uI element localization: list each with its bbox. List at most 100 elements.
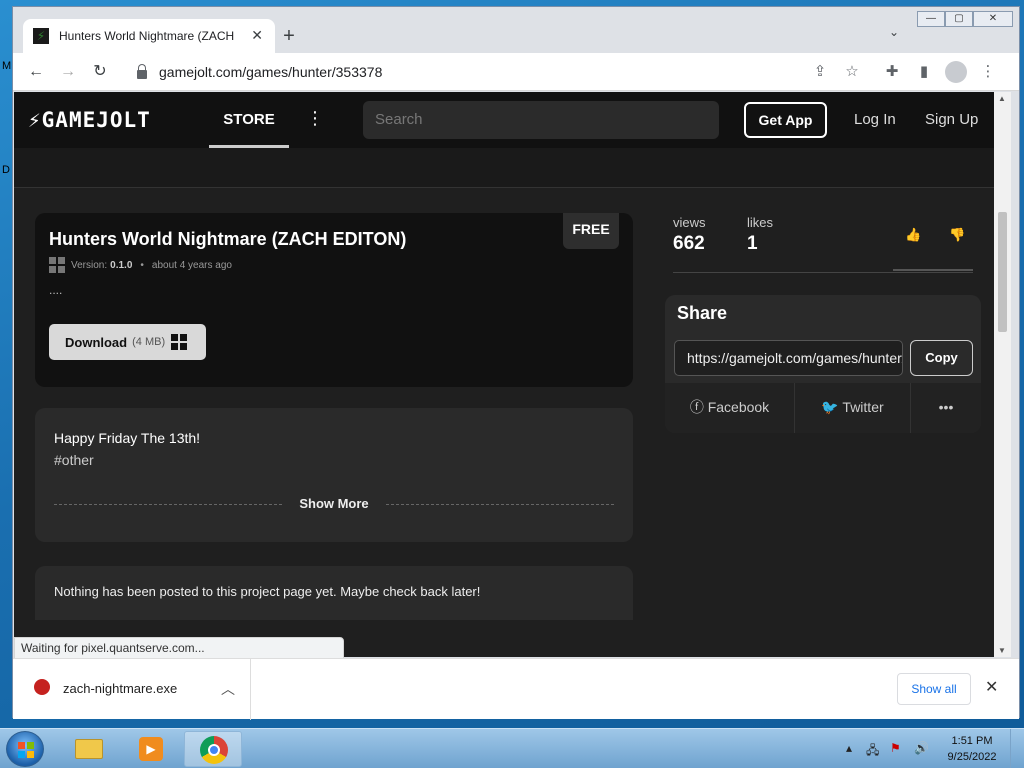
facebook-share-button[interactable]: ⓕ Facebook: [665, 383, 795, 433]
browser-tab[interactable]: ⚡ Hunters World Nightmare (ZACH ✕: [23, 19, 275, 53]
description-card: Happy Friday The 13th! #other Show More: [35, 408, 633, 542]
show-desktop-button[interactable]: [1010, 729, 1024, 768]
sign-up-link[interactable]: Sign Up: [925, 111, 978, 128]
scroll-down-icon[interactable]: ▼: [998, 646, 1006, 655]
network-icon[interactable]: 🖧: [866, 741, 879, 762]
twitter-icon: 🐦: [821, 399, 843, 415]
profile-avatar-icon[interactable]: [945, 61, 967, 83]
download-button[interactable]: Download (4 MB): [49, 324, 206, 360]
price-badge: FREE: [563, 213, 619, 249]
windows-platform-icon: [49, 257, 65, 273]
reload-icon[interactable]: ↻: [89, 61, 111, 83]
show-hidden-icons-icon[interactable]: ▴: [846, 741, 852, 755]
chrome-taskbar-icon[interactable]: [184, 731, 242, 767]
chevron-up-icon[interactable]: ︿: [221, 679, 235, 699]
downloads-bar: zach-nightmare.exe ︿ Show all ✕: [13, 658, 1019, 720]
share-buttons-row: ⓕ Facebook 🐦 Twitter •••: [665, 383, 981, 433]
share-card: Share https://gamejolt.com/games/hunter/…: [665, 295, 981, 433]
gamejolt-logo[interactable]: ⚡GAMEJOLT: [28, 108, 151, 132]
file-explorer-taskbar-icon[interactable]: [60, 731, 118, 767]
forward-icon[interactable]: →: [57, 61, 79, 83]
minimize-button[interactable]: —: [917, 11, 945, 27]
share-url-input[interactable]: https://gamejolt.com/games/hunter/353378: [674, 340, 903, 376]
close-window-button[interactable]: ✕: [973, 11, 1013, 27]
desktop-icon-label: M: [2, 60, 12, 72]
twitter-label: Twitter: [842, 399, 884, 415]
empty-posts-text: Nothing has been posted to this project …: [54, 584, 481, 599]
close-downloads-icon[interactable]: ✕: [985, 677, 998, 697]
download-label: Download: [65, 334, 128, 350]
download-item[interactable]: zach-nightmare.exe ︿: [13, 659, 251, 720]
new-tab-button[interactable]: +: [277, 25, 301, 49]
scroll-thumb[interactable]: [998, 212, 1007, 332]
clock-date: 9/25/2022: [947, 751, 997, 763]
page-scrollbar[interactable]: ▲ ▼: [994, 92, 1011, 657]
gamejolt-page: ⚡GAMEJOLT STORE ⋮ Search Get App Log In …: [14, 92, 994, 657]
url-text[interactable]: gamejolt.com/games/hunter/353378: [159, 64, 382, 80]
more-share-button[interactable]: •••: [911, 383, 981, 433]
windows-flag-icon: [18, 742, 34, 758]
desktop-icon-label: D: [2, 164, 10, 176]
clock-time: 1:51 PM: [951, 735, 993, 747]
menu-kebab-icon[interactable]: ⋮: [977, 61, 999, 83]
facebook-icon: ⓕ: [689, 399, 708, 415]
browser-toolbar: ← → ↻ gamejolt.com/games/hunter/353378 ⇪…: [13, 53, 1019, 91]
views-value: 662: [673, 233, 705, 254]
views-label: views: [673, 215, 706, 230]
search-input[interactable]: Search: [363, 101, 719, 139]
get-app-button[interactable]: Get App: [744, 102, 827, 138]
media-player-taskbar-icon[interactable]: ▶: [122, 731, 180, 767]
address-bar[interactable]: gamejolt.com/games/hunter/353378: [125, 58, 805, 86]
share-title: Share: [677, 303, 728, 323]
separator-dot: •: [140, 259, 144, 271]
side-panel-icon[interactable]: ▮: [913, 61, 935, 83]
exe-file-icon: [34, 679, 50, 695]
description-tag[interactable]: #other: [54, 452, 94, 468]
start-button[interactable]: [6, 731, 44, 767]
bookmark-star-icon[interactable]: ☆: [841, 61, 863, 83]
game-info-card: Hunters World Nightmare (ZACH EDITON) FR…: [35, 213, 633, 387]
version-row: Version: 0.1.0 • about 4 years ago: [49, 257, 232, 273]
site-header: ⚡GAMEJOLT STORE ⋮ Search Get App Log In …: [14, 92, 994, 148]
windows-icon: [171, 334, 188, 350]
release-age: about 4 years ago: [151, 259, 232, 271]
system-clock[interactable]: 1:51 PM 9/25/2022: [942, 733, 1002, 765]
show-all-button[interactable]: Show all: [897, 673, 971, 705]
close-tab-icon[interactable]: ✕: [251, 27, 263, 44]
maximize-button[interactable]: ▢: [945, 11, 973, 27]
tab-bar: ⚡ Hunters World Nightmare (ZACH ✕ + ⌄ — …: [13, 7, 1019, 53]
likes-label: likes: [747, 215, 774, 230]
tab-title: Hunters World Nightmare (ZACH: [59, 29, 235, 43]
copy-button[interactable]: Copy: [910, 340, 973, 376]
show-more-button[interactable]: Show More: [54, 496, 614, 511]
version-label: Version:: [71, 259, 108, 271]
scroll-up-icon[interactable]: ▲: [998, 94, 1006, 103]
status-bubble: Waiting for pixel.quantserve.com...: [14, 637, 344, 659]
game-title: Hunters World Nightmare (ZACH EDITON): [49, 229, 407, 249]
more-menu-icon[interactable]: ⋮: [306, 108, 324, 129]
windows-taskbar: ▶ ▴ 🖧 ⚑ 🔊 1:51 PM 9/25/2022: [0, 728, 1024, 768]
dislike-thumbs-down-icon[interactable]: 👎: [949, 227, 965, 243]
browser-window: ⚡ Hunters World Nightmare (ZACH ✕ + ⌄ — …: [12, 6, 1020, 720]
volume-icon[interactable]: 🔊: [914, 741, 929, 755]
posts-card: Nothing has been posted to this project …: [35, 566, 633, 620]
short-description: ....: [49, 283, 63, 297]
stats-panel: views 662 likes 1 👍 👎: [673, 213, 973, 273]
tab-search-icon[interactable]: ⌄: [889, 25, 901, 39]
extensions-icon[interactable]: ✚: [881, 61, 903, 83]
version-number: 0.1.0: [110, 259, 133, 271]
show-more-row: Show More: [54, 496, 614, 512]
store-nav-link[interactable]: STORE: [209, 92, 289, 148]
description-text: Happy Friday The 13th!: [54, 430, 201, 446]
share-page-icon[interactable]: ⇪: [809, 61, 831, 83]
back-icon[interactable]: ←: [25, 61, 47, 83]
action-center-icon[interactable]: ⚑: [890, 741, 901, 755]
twitter-share-button[interactable]: 🐦 Twitter: [795, 383, 911, 433]
download-filename: zach-nightmare.exe: [63, 681, 178, 696]
lock-icon: [137, 63, 147, 79]
like-thumbs-up-icon[interactable]: 👍: [905, 227, 921, 243]
log-in-link[interactable]: Log In: [854, 111, 896, 128]
gamejolt-favicon-icon: ⚡: [33, 28, 49, 44]
logo-text: GAMEJOLT: [41, 108, 151, 132]
sub-navigation-bar: [14, 148, 994, 188]
